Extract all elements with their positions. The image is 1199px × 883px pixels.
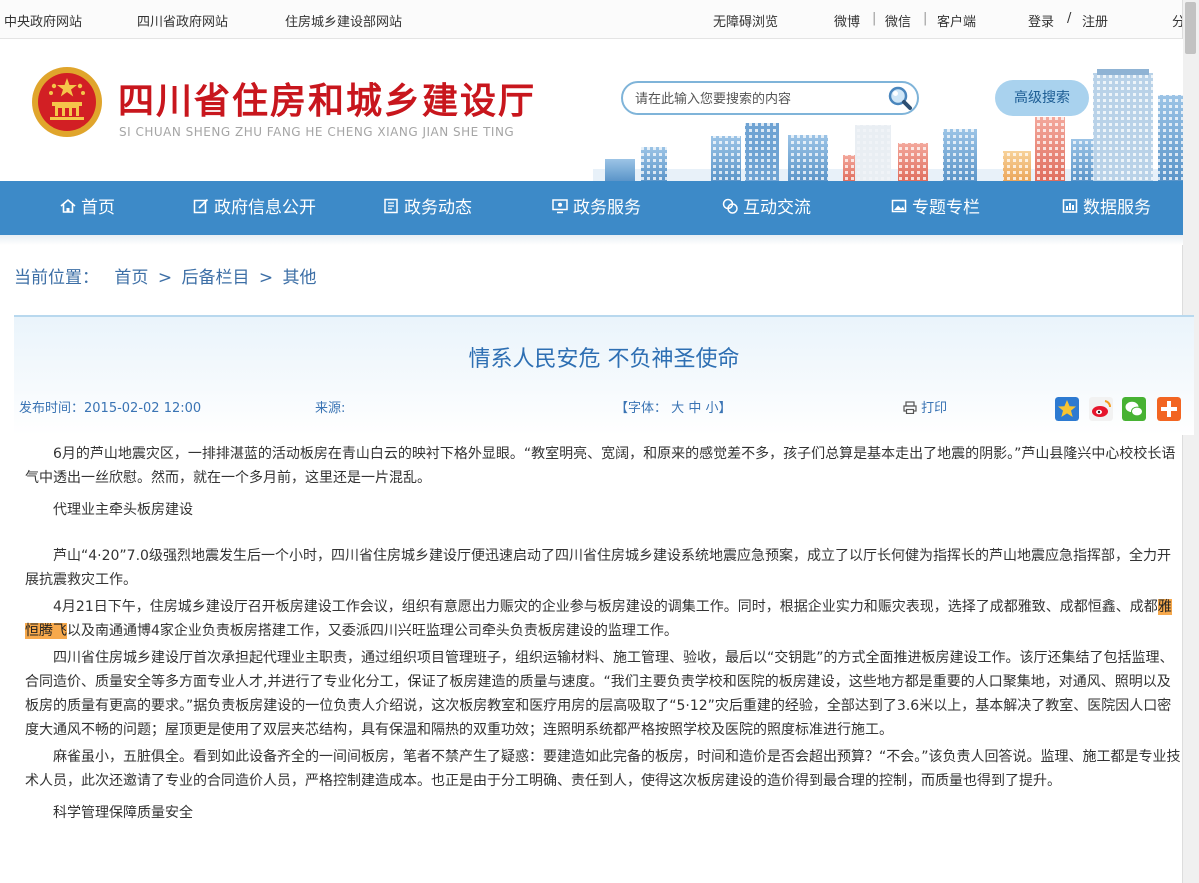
- chat-icon: [722, 198, 738, 214]
- link-sichuan-gov[interactable]: 四川省政府网站: [137, 11, 228, 30]
- divider: |: [923, 11, 928, 26]
- nav-news-label: 政务动态: [404, 198, 472, 218]
- source-label: 来源:: [315, 401, 346, 416]
- nav-special[interactable]: 专题专栏: [891, 181, 980, 235]
- breadcrumb-sep: >: [157, 268, 173, 288]
- paragraph-3-text-a: 4月21日下午，住房城乡建设厅召开板房建设工作会议，组织有意愿出力赈灾的企业参与…: [53, 599, 1158, 615]
- weibo-link[interactable]: 微博: [834, 11, 860, 30]
- print-button[interactable]: 打印: [903, 397, 947, 416]
- top-bar: 中央政府网站 四川省政府网站 住房城乡建设部网站 无障碍浏览 微博 | 微信 |…: [0, 0, 1185, 39]
- breadcrumb-other[interactable]: 其他: [283, 268, 317, 288]
- client-link[interactable]: 客户端: [937, 11, 976, 30]
- article-title: 情系人民安危 不负神圣使命: [468, 347, 740, 372]
- accessibility-link[interactable]: 无障碍浏览: [713, 11, 778, 30]
- breadcrumb-home[interactable]: 首页: [114, 268, 148, 288]
- breadcrumb-sep: >: [258, 268, 274, 288]
- nav-special-label: 专题专栏: [912, 198, 980, 218]
- font-small-button[interactable]: 小: [705, 401, 718, 416]
- nav-gov-info-label: 政府信息公开: [214, 198, 316, 218]
- print-label: 打印: [921, 401, 948, 416]
- nav-data[interactable]: 数据服务: [1062, 181, 1151, 235]
- publish-time: 2015-02-02 12:00: [84, 401, 202, 416]
- site-header: 四川省住房和城乡建设厅 SI CHUAN SHENG ZHU FANG HE C…: [0, 39, 1183, 181]
- nav-interaction-label: 互动交流: [743, 198, 811, 218]
- national-emblem-icon: [32, 67, 102, 137]
- weibo-share-icon[interactable]: [1089, 397, 1113, 421]
- font-medium-button[interactable]: 中: [688, 401, 701, 416]
- publish-label: 发布时间：: [19, 401, 85, 416]
- nav-home-label: 首页: [81, 198, 115, 218]
- city-skyline-illustration: [593, 69, 1183, 181]
- font-large-button[interactable]: 大: [671, 401, 684, 416]
- scrollbar-thumb[interactable]: [1185, 2, 1196, 54]
- nav-data-label: 数据服务: [1083, 198, 1151, 218]
- scrollbar[interactable]: [1182, 0, 1199, 883]
- wechat-share-icon[interactable]: [1122, 397, 1146, 421]
- main-nav: 首页 政府信息公开 政务动态 政务服务 互动交流 专题专栏 数据服务: [0, 181, 1183, 235]
- document-icon: [384, 198, 398, 214]
- site-pinyin: SI CHUAN SHENG ZHU FANG HE CHENG XIANG J…: [119, 125, 515, 139]
- nav-interaction[interactable]: 互动交流: [722, 181, 811, 235]
- monitor-icon: [552, 199, 568, 214]
- publish-info: 发布时间：2015-02-02 12:00: [19, 397, 201, 416]
- breadcrumb: 当前位置： 首页 > 后备栏目 > 其他: [14, 263, 317, 288]
- chart-icon: [1062, 199, 1078, 213]
- site-title[interactable]: 四川省住房和城乡建设厅: [118, 72, 536, 124]
- register-link[interactable]: 注册: [1082, 11, 1108, 30]
- article-body: 6月的芦山地震灾区，一排排湛蓝的活动板房在青山白云的映衬下格外显眼。“教室明亮、…: [25, 442, 1183, 825]
- slash-separator: /: [1067, 11, 1072, 26]
- nav-gov-info[interactable]: 政府信息公开: [193, 181, 316, 235]
- subheading-1: 代理业主牵头板房建设: [53, 502, 193, 518]
- paragraph-5: 麻雀虽小，五脏俱全。看到如此设备齐全的一间间板房，笔者不禁产生了疑惑：要建造如此…: [25, 749, 1181, 789]
- nav-home[interactable]: 首页: [60, 181, 115, 235]
- nav-news[interactable]: 政务动态: [383, 181, 472, 235]
- paragraph-3-text-b: 以及南通通博4家企业负责板房搭建工作，又委派四川兴旺监理公司牵头负责板房建设的监…: [67, 623, 678, 639]
- link-central-gov[interactable]: 中央政府网站: [4, 11, 82, 30]
- star-share-icon[interactable]: [1055, 397, 1079, 421]
- nav-services[interactable]: 政务服务: [552, 181, 641, 235]
- paragraph-3: 4月21日下午，住房城乡建设厅召开板房建设工作会议，组织有意愿出力赈灾的企业参与…: [25, 595, 1183, 643]
- paragraph-4: 四川省住房城乡建设厅首次承担起代理业主职责，通过组织项目管理班子，组织运输材料、…: [25, 650, 1174, 738]
- divider: |: [872, 11, 877, 26]
- nav-shadow: [0, 235, 1183, 245]
- wechat-link[interactable]: 微信: [885, 11, 911, 30]
- printer-icon: [903, 401, 917, 415]
- breadcrumb-reserve[interactable]: 后备栏目: [181, 268, 249, 288]
- login-link[interactable]: 登录: [1028, 11, 1054, 30]
- nav-services-label: 政务服务: [573, 198, 641, 218]
- edit-icon: [193, 198, 209, 214]
- font-close-bracket: 】: [718, 401, 732, 416]
- font-label: 【字体：: [615, 401, 668, 416]
- paragraph-1: 6月的芦山地震灾区，一排排湛蓝的活动板房在青山白云的映衬下格外显眼。“教室明亮、…: [25, 446, 1176, 486]
- breadcrumb-label: 当前位置：: [14, 268, 99, 288]
- subheading-2: 科学管理保障质量安全: [53, 805, 193, 821]
- article-header: 情系人民安危 不负神圣使命 发布时间：2015-02-02 12:00 来源: …: [14, 315, 1194, 435]
- home-icon: [60, 198, 76, 213]
- font-size-control: 【字体： 大 中 小】: [615, 397, 732, 416]
- image-icon: [891, 199, 907, 213]
- more-share-icon[interactable]: [1157, 397, 1181, 421]
- link-mohurd[interactable]: 住房城乡建设部网站: [285, 11, 402, 30]
- paragraph-2: 芦山“4·20”7.0级强烈地震发生后一个小时，四川省住房城乡建设厅便迅速启动了…: [25, 548, 1171, 588]
